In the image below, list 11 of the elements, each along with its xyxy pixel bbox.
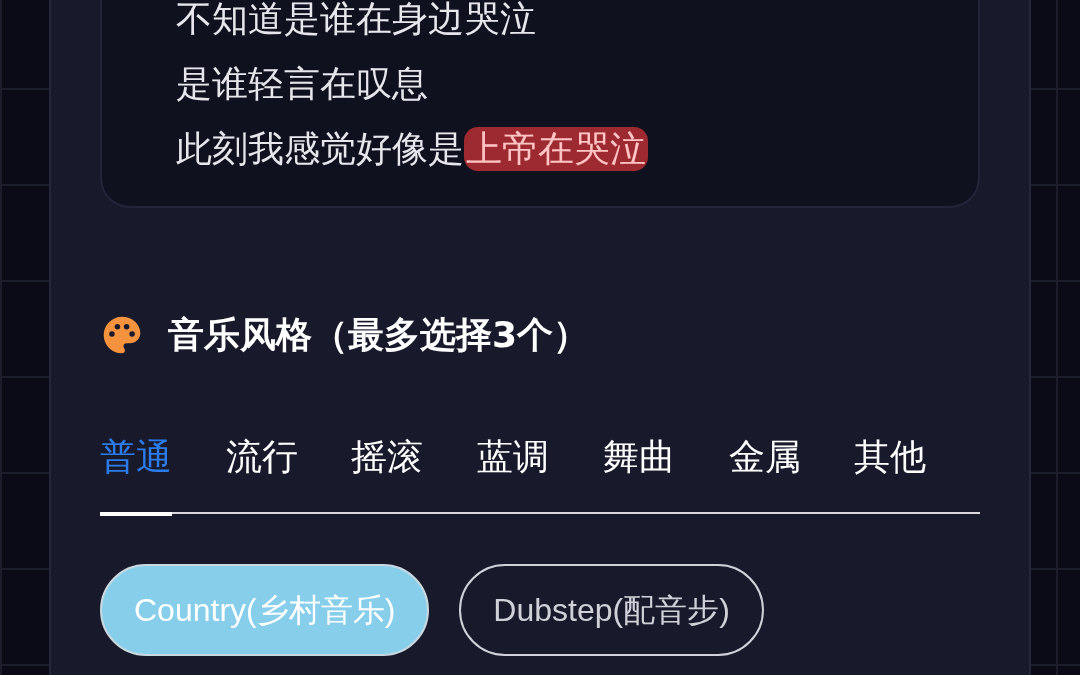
genre-tab[interactable]: 蓝调 [477, 430, 603, 512]
genre-tab[interactable]: 其他 [854, 430, 981, 512]
genre-tab[interactable]: 舞曲 [602, 430, 729, 512]
lyric-line: 此刻我感觉好像是上帝在哭泣 [176, 126, 649, 173]
style-chip[interactable]: Dubstep(配音步) [459, 564, 764, 656]
lyric-line: 不知道是谁在身边哭泣 [176, 0, 537, 41]
genre-tab[interactable]: 流行 [225, 430, 352, 512]
section-title: 音乐风格（最多选择3个） [168, 313, 590, 357]
lyric-line: 是谁轻言在叹息 [176, 62, 429, 106]
genre-tab[interactable]: 摇滚 [351, 430, 478, 512]
genre-tab[interactable]: 金属 [728, 430, 855, 512]
